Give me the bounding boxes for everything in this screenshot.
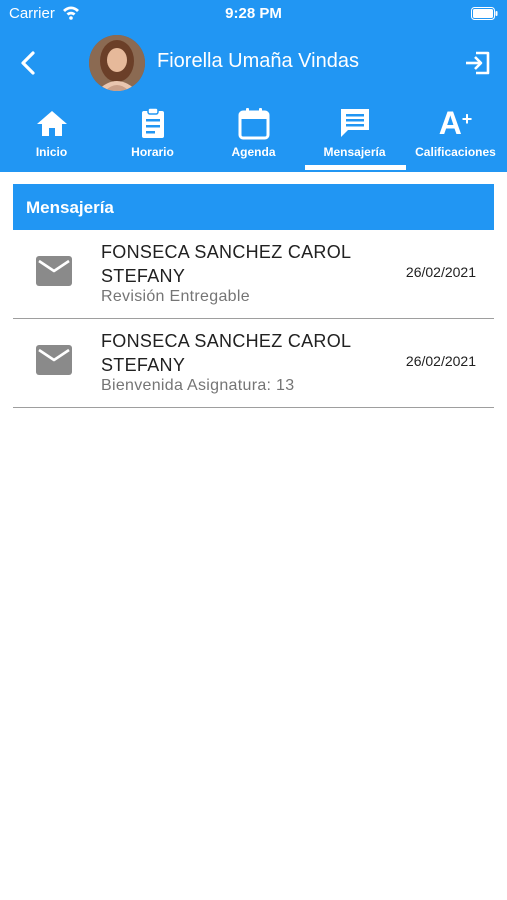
tab-label: Calificaciones	[415, 145, 496, 159]
active-tab-indicator	[305, 165, 406, 170]
message-sender: FONSECA SANCHEZ CAROL STEFANY	[101, 242, 351, 286]
user-name: Fiorella Umaña Vindas	[157, 50, 359, 72]
message-date: 26/02/2021	[405, 264, 476, 280]
tab-mensajeria[interactable]: Mensajería	[304, 102, 405, 172]
message-subject: Revisión Entregable	[101, 288, 250, 305]
logout-icon	[466, 51, 490, 75]
status-bar: Carrier 9:28 PM	[0, 0, 507, 28]
message-sender: FONSECA SANCHEZ CAROL STEFANY	[101, 331, 351, 375]
tab-inicio[interactable]: Inicio	[1, 102, 102, 172]
calendar-icon	[238, 108, 269, 140]
battery-icon	[471, 7, 498, 20]
app-bar: Carrier 9:28 PM Fiorella Umaña Vindas In…	[0, 0, 507, 172]
chevron-left-icon	[21, 51, 35, 75]
tab-label: Inicio	[35, 145, 68, 159]
mail-icon	[36, 256, 72, 286]
section-header: Mensajería	[13, 184, 494, 230]
message-icon	[340, 109, 369, 137]
mail-icon	[36, 345, 72, 375]
back-button[interactable]	[12, 46, 46, 80]
section-title: Mensajería	[26, 198, 114, 217]
clipboard-icon	[141, 107, 164, 138]
logout-button[interactable]	[463, 48, 493, 78]
grade-icon: A+	[438, 105, 473, 141]
list-item[interactable]: FONSECA SANCHEZ CAROL STEFANY Bienvenida…	[13, 319, 494, 408]
message-date: 26/02/2021	[405, 353, 476, 369]
message-subject: Bienvenida Asignatura: 13	[101, 377, 295, 394]
clock: 9:28 PM	[225, 5, 282, 22]
tab-horario[interactable]: Horario	[102, 102, 203, 172]
avatar	[89, 35, 145, 91]
list-item[interactable]: FONSECA SANCHEZ CAROL STEFANY Revisión E…	[13, 230, 494, 319]
tab-label: Agenda	[231, 145, 276, 159]
home-icon	[36, 111, 67, 136]
message-list: FONSECA SANCHEZ CAROL STEFANY Revisión E…	[13, 230, 494, 408]
tab-label: Mensajería	[323, 145, 386, 159]
tab-label: Horario	[131, 145, 174, 159]
header: Fiorella Umaña Vindas	[0, 30, 507, 96]
tab-agenda[interactable]: Agenda	[203, 102, 304, 172]
tab-bar: Inicio Horario Agenda Mensajería A+ Cali…	[0, 102, 507, 172]
tab-calificaciones[interactable]: A+ Calificaciones	[405, 102, 506, 172]
